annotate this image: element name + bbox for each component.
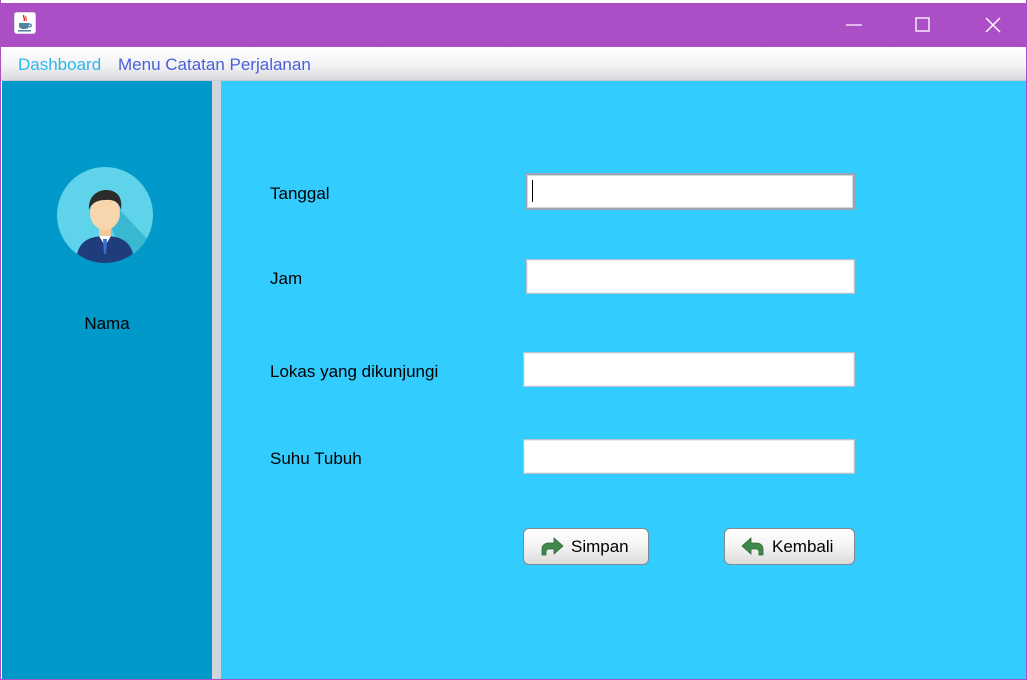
lokasi-label: Lokas yang dikunjungi: [270, 362, 439, 381]
menu-dashboard[interactable]: Dashboard: [18, 55, 101, 75]
tanggal-label: Tanggal: [270, 184, 330, 203]
java-coffee-cup-icon: [14, 12, 36, 34]
kembali-button[interactable]: Kembali: [724, 528, 855, 565]
menu-catatan-perjalanan[interactable]: Menu Catatan Perjalanan: [118, 55, 311, 75]
title-bar[interactable]: [1, 3, 1026, 47]
simpan-label: Simpan: [571, 537, 629, 556]
jam-label: Jam: [270, 269, 303, 288]
forward-arrow-icon: [541, 537, 564, 556]
sidebar: Nama: [2, 81, 212, 679]
tanggal-input[interactable]: [525, 173, 855, 210]
panel-divider: [212, 81, 221, 679]
minimize-icon: [846, 24, 862, 26]
menu-bar: Dashboard Menu Catatan Perjalanan: [1, 47, 1026, 81]
user-name: Nama: [84, 314, 130, 333]
close-button[interactable]: [958, 3, 1026, 47]
lokasi-input[interactable]: [523, 352, 855, 387]
text-cursor: [532, 180, 533, 202]
kembali-label: Kembali: [772, 537, 834, 556]
suhu-tubuh-label: Suhu Tubuh: [270, 449, 362, 468]
app-window: Dashboard Menu Catatan Perjalanan Nama T…: [0, 0, 1027, 680]
form-panel: Tanggal Jam Lokas yang dikunjungi Suhu T…: [221, 81, 1026, 679]
user-avatar-icon: [57, 167, 153, 263]
suhu-tubuh-input[interactable]: [523, 439, 855, 474]
minimize-button[interactable]: [819, 3, 889, 47]
maximize-button[interactable]: [888, 3, 958, 47]
back-arrow-icon: [741, 537, 764, 556]
simpan-button[interactable]: Simpan: [523, 528, 649, 565]
maximize-icon: [915, 17, 930, 32]
jam-input[interactable]: [526, 259, 855, 294]
close-icon: [985, 17, 1001, 33]
